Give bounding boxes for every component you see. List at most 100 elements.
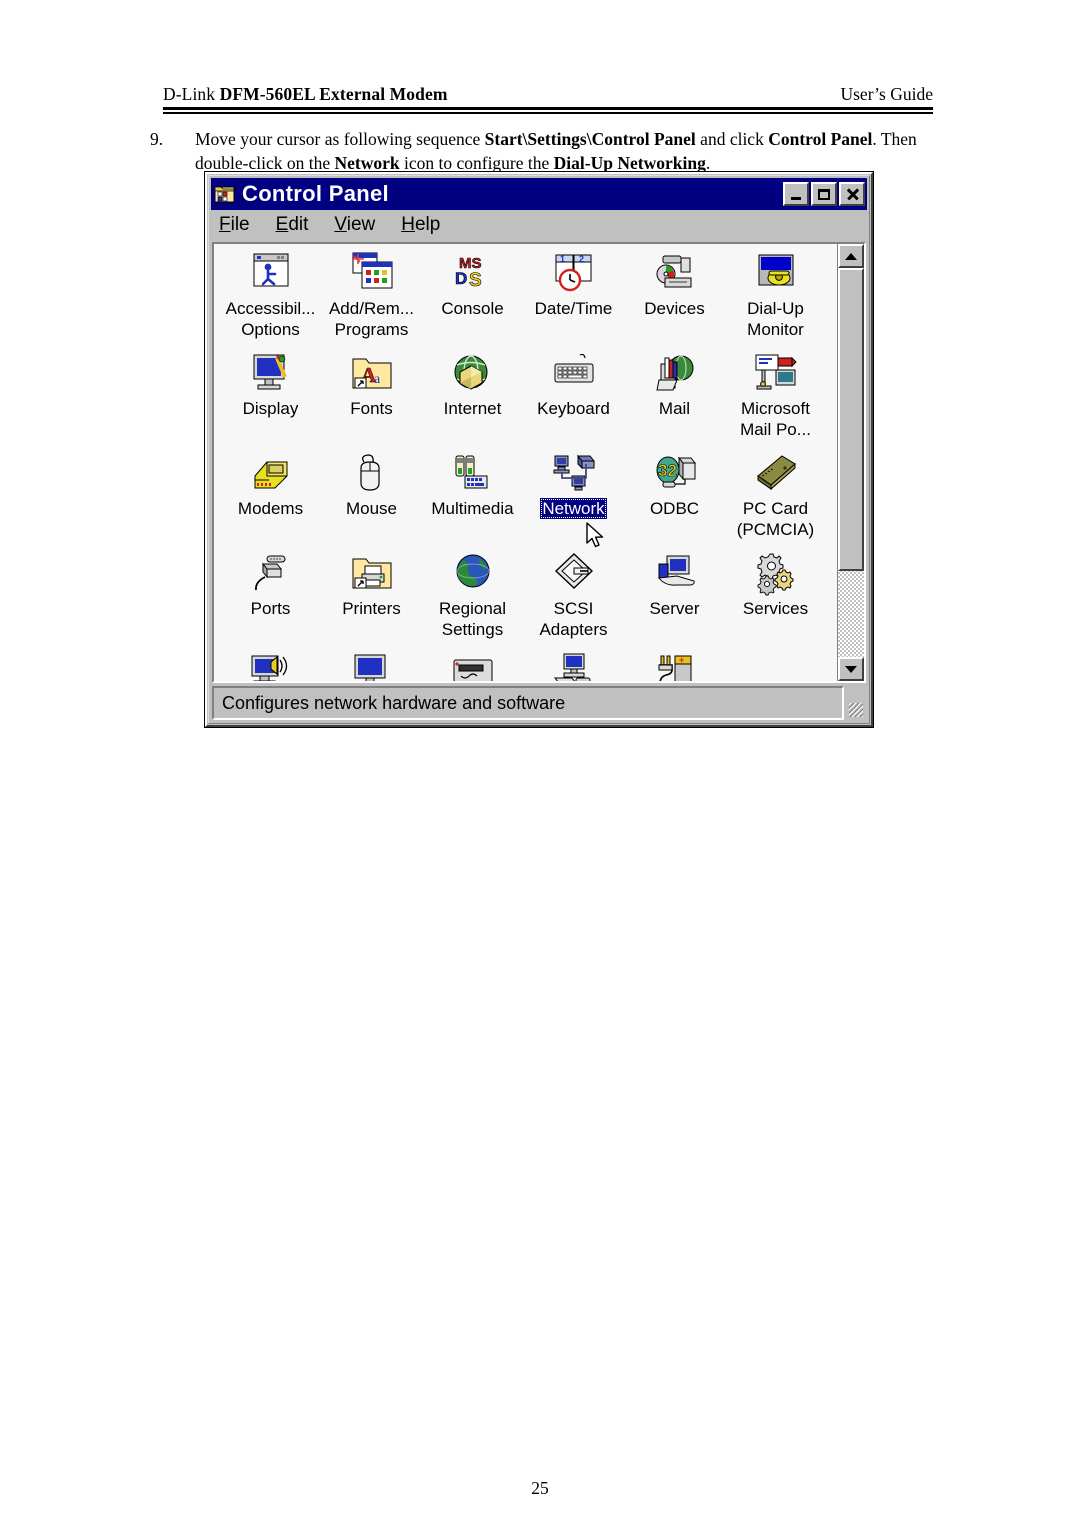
cp-item-modems[interactable]: Modems (220, 450, 321, 550)
scroll-down-button[interactable] (838, 657, 864, 681)
txt: . (705, 152, 711, 173)
svg-text:+: + (679, 655, 684, 665)
instruction-number: 9. (150, 129, 164, 149)
window-statusbar: Configures network hardware and software (212, 686, 866, 720)
cp-item-keyboard[interactable]: Keyboard (523, 350, 624, 450)
network-icon (550, 450, 598, 496)
menu-view[interactable]: View (334, 214, 375, 236)
txt: icon to configure the (399, 152, 554, 173)
cp-item-tape-devices[interactable] (422, 650, 523, 681)
cp-item-odbc[interactable]: 32 ODBC (624, 450, 725, 550)
txt: . (872, 129, 877, 149)
cp-item-label: Ports (250, 599, 291, 618)
server-hand-icon (651, 550, 699, 596)
control-panel-emphasis: Control Panel (768, 129, 873, 149)
cp-item-label: Accessibil... Options (225, 299, 316, 339)
page-number: 25 (531, 1478, 549, 1498)
scrollbar-thumb[interactable] (838, 268, 864, 572)
minimize-button[interactable] (783, 182, 809, 206)
cp-item-console[interactable]: MS D S Console (422, 250, 523, 350)
multimedia-icon (449, 450, 497, 496)
control-panel-icon (214, 185, 235, 203)
instruction-line1: Move your cursor as following sequence S… (195, 129, 877, 149)
keyboard-icon (550, 350, 598, 396)
maximize-icon (818, 188, 830, 200)
icon-list-pane[interactable]: Accessibil... Options Add/Rem... Program… (214, 244, 837, 681)
cp-item-server[interactable]: Server (624, 550, 725, 650)
calendar-clock-icon: 1 2 (550, 250, 598, 296)
cp-item-label: Mail (658, 399, 691, 418)
svg-text:S: S (469, 270, 482, 291)
header-left: D-Link DFM-560EL External Modem (163, 84, 448, 105)
scroll-up-button[interactable] (838, 244, 864, 268)
fonts-folder-icon: A a (348, 350, 396, 396)
menu-edit[interactable]: Edit (276, 214, 309, 236)
svg-text:32: 32 (658, 461, 677, 480)
globe-icon (449, 550, 497, 596)
svg-text:2: 2 (579, 254, 584, 264)
cp-item-label: Fonts (350, 399, 393, 418)
vertical-scrollbar[interactable] (837, 244, 864, 681)
scroll-down-arrow-icon (845, 665, 857, 673)
cp-item-multimedia[interactable]: Multimedia (422, 450, 523, 550)
resize-grip[interactable] (844, 686, 866, 720)
path-start-settings-control-panel: Start\Settings\Control Panel (484, 129, 696, 149)
menu-help[interactable]: Help (401, 214, 440, 236)
cp-item-pc-card-pcmcia[interactable]: PC Card (PCMCIA) (725, 450, 826, 550)
maximize-button[interactable] (811, 182, 837, 206)
cp-item-add-remove-programs[interactable]: Add/Rem... Programs (321, 250, 422, 350)
modem-phone-icon (247, 450, 295, 496)
cp-item-label: Printers (342, 599, 401, 618)
header-rule-thin (163, 112, 933, 114)
cp-item-label: Services (742, 599, 809, 618)
menu-file[interactable]: File (219, 214, 250, 236)
cp-item-mail[interactable]: Mail (624, 350, 725, 450)
cp-item-regional-settings[interactable]: Regional Settings (422, 550, 523, 650)
cp-item-network[interactable]: Network (523, 450, 624, 550)
cp-item-microsoft-mail-postoffice[interactable]: Microsoft Mail Po... (725, 350, 826, 450)
mail-postoffice-icon (752, 350, 800, 396)
header-model: DFM-560EL External Modem (219, 84, 448, 104)
scroll-up-arrow-icon (845, 252, 857, 260)
cp-item-ports[interactable]: Ports (220, 550, 321, 650)
control-panel-window[interactable]: Control Panel File Edit View Help Access… (205, 172, 873, 727)
cp-item-label: Regional Settings (438, 599, 507, 639)
cp-item-date-time[interactable]: 1 2 Date/Time (523, 250, 624, 350)
cp-item-sounds[interactable] (220, 650, 321, 681)
msdos-icon: MS D S (449, 250, 497, 296)
cp-item-devices[interactable]: Devices (624, 250, 725, 350)
gears-icon (752, 550, 800, 596)
cp-item-accessibility-options[interactable]: Accessibil... Options (220, 250, 321, 350)
cp-item-internet[interactable]: Internet (422, 350, 523, 450)
cp-item-label: Microsoft Mail Po... (740, 399, 811, 439)
svg-text:a: a (374, 372, 381, 387)
cp-item-display[interactable]: Display (220, 350, 321, 450)
svg-text:1: 1 (560, 254, 565, 264)
txt: and click (695, 129, 769, 149)
scsi-icon (550, 550, 598, 596)
scrollbar-track[interactable] (838, 268, 864, 657)
telephony-icon (550, 650, 598, 681)
mouse-icon (348, 450, 396, 496)
cp-item-label: Internet (443, 399, 502, 418)
cp-item-label: Add/Rem... Programs (328, 299, 415, 339)
cp-item-telephony[interactable] (523, 650, 624, 681)
mail-icon (651, 350, 699, 396)
tape-device-icon (449, 650, 497, 681)
cp-item-mouse[interactable]: Mouse (321, 450, 422, 550)
cp-item-scsi-adapters[interactable]: SCSI Adapters (523, 550, 624, 650)
page-header: D-Link DFM-560EL External Modem User’s G… (163, 84, 933, 105)
cp-item-dial-up-monitor[interactable]: Dial-Up Monitor (725, 250, 826, 350)
cp-item-fonts[interactable]: A a Fonts (321, 350, 422, 450)
display-icon (247, 350, 295, 396)
add-remove-icon (348, 250, 396, 296)
window-title: Control Panel (242, 181, 389, 206)
cp-item-services[interactable]: Services (725, 550, 826, 650)
window-titlebar[interactable]: Control Panel (211, 178, 867, 210)
cp-item-printers[interactable]: Printers (321, 550, 422, 650)
cp-item-system[interactable] (321, 650, 422, 681)
window-inner-frame: Control Panel File Edit View Help Access… (208, 175, 870, 724)
cp-item-ups[interactable]: + (624, 650, 725, 681)
window-controls (783, 182, 865, 206)
close-button[interactable] (839, 182, 865, 206)
